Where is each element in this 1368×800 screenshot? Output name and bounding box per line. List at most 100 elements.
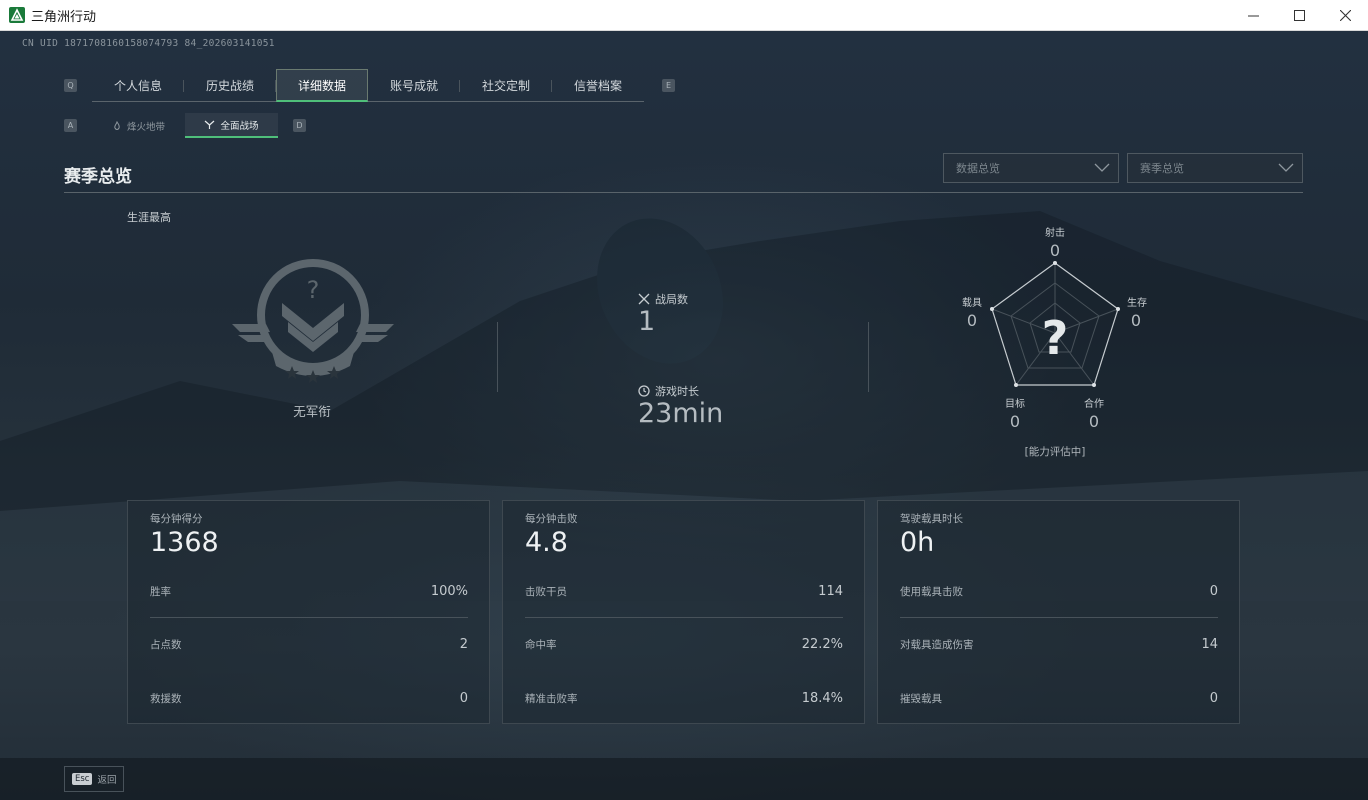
back-button[interactable]: Esc 返回 bbox=[64, 766, 124, 792]
game-screen: ​ CN UID 1871708160158074793 84_20260314… bbox=[0, 31, 1368, 800]
tab-social-custom[interactable]: 社交定制 bbox=[460, 69, 552, 102]
esc-key-icon: Esc bbox=[72, 773, 93, 785]
rank-name: 无军衔 bbox=[293, 404, 331, 419]
data-overview-dropdown[interactable]: 数据总览 bbox=[943, 153, 1119, 183]
section-divider bbox=[64, 192, 1303, 193]
dropdown-value: 数据总览 bbox=[956, 162, 1000, 175]
subtab-hazard-zone[interactable]: 烽火地带 bbox=[92, 113, 185, 138]
radar-survive-value: 0 bbox=[1130, 311, 1142, 330]
radar-caption: [能力评估中] bbox=[1024, 446, 1086, 458]
radar-unknown-mark: ? bbox=[1042, 311, 1069, 365]
radar-coop-value: 0 bbox=[1088, 412, 1100, 431]
tab-label: 信誉档案 bbox=[573, 79, 622, 93]
chevron-down-icon bbox=[1094, 163, 1110, 172]
tab-label: 社交定制 bbox=[481, 79, 530, 93]
subtab-label: 全面战场 bbox=[220, 120, 259, 132]
back-label: 返回 bbox=[97, 775, 117, 786]
tab-detailed-data[interactable]: 详细数据 bbox=[276, 69, 368, 102]
tab-personal-info[interactable]: 个人信息 bbox=[92, 69, 184, 102]
row-value: 100% bbox=[430, 583, 468, 599]
row-value: 114 bbox=[818, 583, 843, 599]
row-key: 占点数 bbox=[150, 638, 182, 651]
card-main-value: 4.8 bbox=[525, 527, 568, 558]
radar-survive-label: 生存 bbox=[1127, 298, 1147, 309]
rank-badge-icon: ? bbox=[232, 259, 394, 383]
radar-vehicle-value: 0 bbox=[966, 311, 978, 330]
tab-label: 个人信息 bbox=[113, 79, 162, 93]
key-hint-prev-tab: Q bbox=[64, 79, 77, 92]
card-row: 胜率 100% bbox=[150, 580, 468, 602]
card-row: 精准击败率 18.4% bbox=[525, 687, 843, 709]
app-logo-icon bbox=[9, 7, 25, 23]
subtab-full-battlefield[interactable]: 全面战场 bbox=[185, 113, 278, 138]
radar-shoot-label: 射击 bbox=[1045, 228, 1065, 239]
matches-label-text: 战局数 bbox=[655, 293, 688, 306]
row-divider bbox=[525, 617, 843, 618]
radar-coop-label: 合作 bbox=[1084, 399, 1104, 410]
vertical-divider bbox=[497, 322, 498, 392]
tab-match-history[interactable]: 历史战绩 bbox=[184, 69, 276, 102]
playtime-label: 游戏时长 bbox=[638, 383, 699, 399]
maximize-button[interactable] bbox=[1276, 0, 1322, 31]
vertical-divider bbox=[868, 322, 869, 392]
tab-reputation[interactable]: 信誉档案 bbox=[552, 69, 644, 102]
season-dropdown[interactable]: 赛季总览 bbox=[1127, 153, 1303, 183]
card-heading: 每分钟击败 bbox=[525, 513, 578, 525]
row-value: 0 bbox=[1209, 690, 1218, 706]
card-heading: 每分钟得分 bbox=[150, 513, 203, 525]
row-key: 命中率 bbox=[525, 638, 557, 651]
row-value: 14 bbox=[1201, 636, 1218, 652]
battlefield-icon bbox=[205, 120, 215, 129]
row-key: 摧毁载具 bbox=[900, 692, 942, 705]
radar-target-label: 目标 bbox=[1005, 399, 1025, 410]
key-hint-next-tab: E bbox=[662, 79, 675, 92]
clock-icon bbox=[638, 385, 650, 397]
tab-label: 历史战绩 bbox=[205, 79, 254, 93]
card-row: 使用载具击败 0 bbox=[900, 580, 1218, 602]
key-hint-next-subtab: D bbox=[293, 119, 306, 132]
card-row: 救援数 0 bbox=[150, 687, 468, 709]
sub-tab-bar: 烽火地带 全面战场 bbox=[92, 113, 278, 138]
row-key: 胜率 bbox=[150, 585, 171, 598]
matches-value: 1 bbox=[638, 306, 656, 337]
minimize-button[interactable] bbox=[1230, 0, 1276, 31]
row-divider bbox=[900, 617, 1218, 618]
row-key: 使用载具击败 bbox=[900, 585, 963, 598]
bottom-bar bbox=[0, 758, 1368, 800]
tab-label: 详细数据 bbox=[297, 78, 346, 93]
row-key: 对载具造成伤害 bbox=[900, 638, 974, 651]
crossed-swords-icon bbox=[638, 293, 650, 305]
stat-card-score: 每分钟得分 1368 胜率 100% 占点数 2 救援数 0 bbox=[127, 500, 490, 724]
card-row: 命中率 22.2% bbox=[525, 633, 843, 655]
dropdown-value: 赛季总览 bbox=[1140, 162, 1184, 175]
card-heading: 驾驶载具时长 bbox=[900, 513, 963, 525]
close-button[interactable] bbox=[1322, 0, 1368, 31]
tab-label: 账号成就 bbox=[389, 79, 438, 93]
row-value: 0 bbox=[459, 690, 468, 706]
card-main-value: 1368 bbox=[150, 527, 219, 558]
uid-label: CN UID 1871708160158074793 84_2026031410… bbox=[22, 38, 275, 49]
stat-card-vehicle: 驾驶载具时长 0h 使用载具击败 0 对载具造成伤害 14 摧毁载具 0 bbox=[877, 500, 1240, 724]
svg-text:?: ? bbox=[307, 276, 320, 304]
career-best-label: 生涯最高 bbox=[127, 211, 171, 224]
tab-achievements[interactable]: 账号成就 bbox=[368, 69, 460, 102]
row-value: 22.2% bbox=[801, 636, 843, 652]
row-value: 2 bbox=[459, 636, 468, 652]
chevron-down-icon bbox=[1278, 163, 1294, 172]
radar-vehicle-label: 载具 bbox=[962, 298, 982, 309]
row-value: 18.4% bbox=[801, 690, 843, 706]
row-value: 0 bbox=[1209, 583, 1218, 599]
row-key: 精准击败率 bbox=[525, 692, 578, 705]
window-titlebar: 三角洲行动 bbox=[0, 0, 1368, 31]
card-row: 对载具造成伤害 14 bbox=[900, 633, 1218, 655]
radar-shoot-value: 0 bbox=[1049, 241, 1061, 260]
card-main-value: 0h bbox=[900, 527, 935, 558]
card-row: 击败干员 114 bbox=[525, 580, 843, 602]
playtime-label-text: 游戏时长 bbox=[655, 385, 699, 398]
card-row: 占点数 2 bbox=[150, 633, 468, 655]
row-key: 救援数 bbox=[150, 692, 182, 705]
subtab-label: 烽火地带 bbox=[126, 121, 165, 133]
main-tab-bar: 个人信息 历史战绩 详细数据 账号成就 社交定制 信誉档案 bbox=[92, 69, 644, 102]
window-title: 三角洲行动 bbox=[31, 9, 97, 25]
row-key: 击败干员 bbox=[525, 585, 567, 598]
